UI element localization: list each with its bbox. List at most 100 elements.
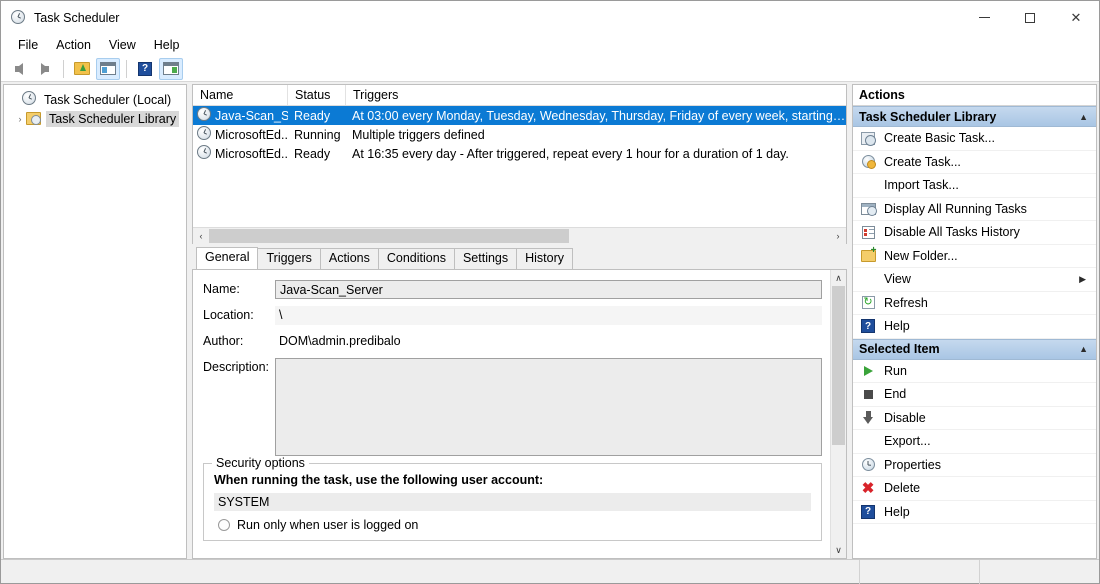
tab-actions[interactable]: Actions (319, 248, 379, 269)
location-row: Location: \ (203, 306, 822, 325)
forward-button[interactable] (33, 58, 57, 80)
hscroll-thumb[interactable] (209, 228, 570, 243)
chevron-right-icon[interactable]: › (14, 114, 26, 124)
name-label: Name: (203, 282, 240, 296)
table-row[interactable]: MicrosoftEd... Ready At 16:35 every day … (193, 144, 846, 163)
action-create-basic-task[interactable]: Create Basic Task... (853, 127, 1096, 151)
submenu-arrow-icon: ▶ (1079, 273, 1086, 284)
table-row[interactable]: Java-Scan_S... Ready At 03:00 every Mond… (193, 106, 846, 125)
show-hide-console-tree-button[interactable] (96, 57, 120, 80)
delete-icon: ✖ (861, 479, 875, 497)
security-options-title: Security options (212, 456, 309, 470)
menu-view[interactable]: View (100, 35, 145, 55)
library-folder-icon (26, 112, 41, 125)
cell-name: MicrosoftEd... (193, 126, 288, 143)
action-help-library[interactable]: ? Help (853, 315, 1096, 339)
hscroll-track[interactable] (209, 227, 830, 244)
action-refresh[interactable]: ↻ Refresh (853, 292, 1096, 315)
action-display-all-running-tasks[interactable]: Display All Running Tasks (853, 198, 1096, 221)
menu-action[interactable]: Action (47, 35, 100, 55)
clock-icon (22, 91, 36, 108)
tree-item-task-scheduler-library[interactable]: › Task Scheduler Library (4, 109, 186, 128)
show-hide-action-pane-button[interactable] (159, 57, 183, 80)
tree-item-label: Task Scheduler (Local) (44, 92, 172, 107)
action-export[interactable]: Export... (853, 430, 1096, 454)
tab-conditions[interactable]: Conditions (377, 248, 455, 269)
actions-pane-title: Actions (853, 85, 1096, 106)
action-import-task[interactable]: Import Task... (853, 174, 1096, 198)
action-label: Disable (884, 410, 926, 425)
tab-settings[interactable]: Settings (453, 248, 518, 269)
run-only-logged-on-row[interactable]: Run only when user is logged on (214, 518, 811, 532)
tab-general[interactable]: General (196, 247, 259, 269)
back-button[interactable] (7, 58, 31, 80)
close-button[interactable]: ✕ (1053, 1, 1099, 34)
run-only-logged-on-label: Run only when user is logged on (237, 518, 419, 532)
status-bar-main (1, 560, 859, 584)
account-prompt: When running the task, use the following… (214, 473, 544, 487)
detail-vertical-scrollbar[interactable]: ∧ ∨ (830, 270, 846, 558)
center-column: Name Status Triggers Java-Scan_S... Read… (192, 84, 847, 559)
action-create-task[interactable]: Create Task... (853, 151, 1096, 174)
collapse-caret-icon[interactable]: ▲ (1079, 112, 1088, 122)
help-icon: ? (138, 61, 152, 76)
tab-triggers[interactable]: Triggers (257, 248, 321, 269)
properties-icon (859, 458, 877, 472)
action-label: Disable All Tasks History (884, 225, 1020, 240)
location-label: Location: (203, 308, 254, 322)
column-header-name[interactable]: Name (193, 85, 288, 105)
action-disable-all-tasks-history[interactable]: Disable All Tasks History (853, 221, 1096, 245)
collapse-caret-icon[interactable]: ▲ (1079, 344, 1088, 354)
window-title: Task Scheduler (34, 10, 120, 25)
maximize-button[interactable] (1007, 1, 1053, 34)
column-header-status[interactable]: Status (288, 85, 346, 105)
author-value: DOM\admin.predibalo (279, 334, 401, 348)
toolbar-separator-2 (126, 59, 127, 78)
action-label: Help (884, 319, 910, 334)
detail-body: Name: Java-Scan_Server Location: \ Autho… (192, 270, 847, 559)
action-label: Create Basic Task... (884, 131, 995, 146)
scroll-up-arrow-icon[interactable]: ∧ (831, 270, 846, 286)
scroll-left-arrow-icon[interactable]: ‹ (193, 227, 209, 244)
vscroll-track[interactable] (831, 286, 846, 542)
action-label: Display All Running Tasks (884, 201, 1027, 216)
actions-section-header-library[interactable]: Task Scheduler Library ▲ (853, 106, 1096, 127)
vscroll-thumb[interactable] (832, 286, 845, 445)
tree-item-task-scheduler-local[interactable]: Task Scheduler (Local) (4, 90, 186, 109)
toolbar-help-button[interactable]: ? (133, 58, 157, 80)
cell-triggers: Multiple triggers defined (352, 127, 485, 142)
task-name-text: MicrosoftEd... (215, 127, 288, 142)
action-disable[interactable]: Disable (853, 407, 1096, 430)
scroll-down-arrow-icon[interactable]: ∨ (831, 542, 846, 558)
action-run[interactable]: Run (853, 360, 1096, 383)
action-properties[interactable]: Properties (853, 454, 1096, 477)
location-value: \ (275, 306, 822, 325)
action-new-folder[interactable]: New Folder... (853, 245, 1096, 268)
task-detail-pane: General Triggers Actions Conditions Sett… (192, 247, 847, 559)
action-end[interactable]: End (853, 383, 1096, 407)
action-help-selected[interactable]: ? Help (853, 501, 1096, 524)
task-list-rows: Java-Scan_S... Ready At 03:00 every Mond… (193, 106, 846, 227)
column-header-triggers[interactable]: Triggers (346, 85, 846, 105)
console-tree-pane: Task Scheduler (Local) › Task Scheduler … (3, 84, 187, 559)
action-delete[interactable]: ✖ Delete (853, 477, 1096, 501)
menu-bar: File Action View Help (1, 34, 1099, 56)
task-list-horizontal-scrollbar[interactable]: ‹ › (193, 227, 846, 244)
name-field[interactable]: Java-Scan_Server (275, 280, 822, 299)
account-value: SYSTEM (214, 493, 811, 511)
menu-file[interactable]: File (9, 35, 47, 55)
menu-help[interactable]: Help (145, 35, 189, 55)
cell-name: Java-Scan_S... (193, 107, 288, 124)
description-field[interactable] (275, 358, 822, 456)
toolbar: ? (1, 56, 1099, 82)
new-folder-icon (859, 246, 877, 262)
action-view[interactable]: View ▶ (853, 268, 1096, 292)
tab-history[interactable]: History (516, 248, 574, 269)
scroll-right-arrow-icon[interactable]: › (830, 227, 846, 244)
minimize-button[interactable] (961, 1, 1007, 34)
up-one-level-button[interactable] (70, 58, 94, 80)
actions-section-header-selected-item[interactable]: Selected Item ▲ (853, 338, 1096, 360)
radio-icon[interactable] (218, 519, 230, 531)
table-row[interactable]: MicrosoftEd... Running Multiple triggers… (193, 125, 846, 144)
help-icon: ? (859, 504, 877, 519)
